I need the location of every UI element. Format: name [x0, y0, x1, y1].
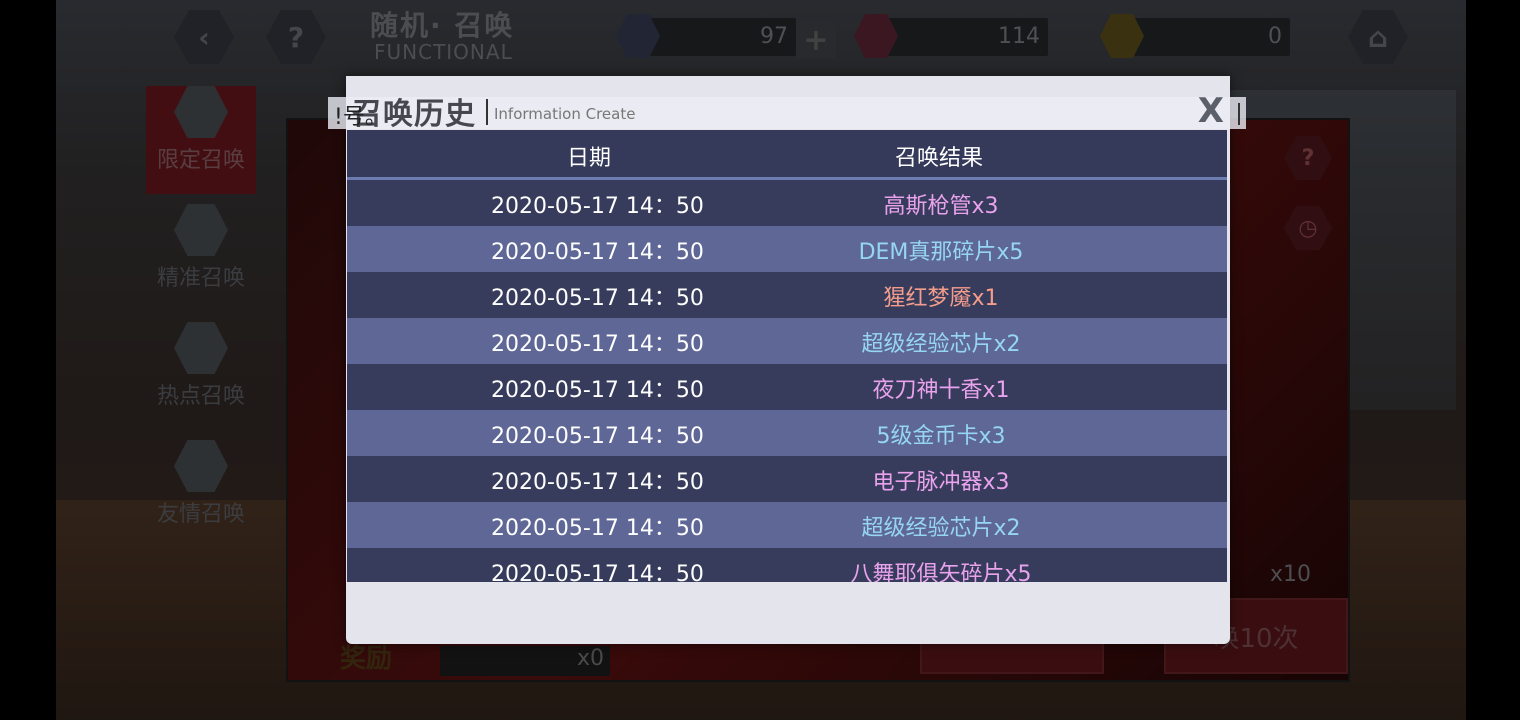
table-row: 2020-05-17 14：50 猩红梦魇x1 — [347, 272, 1227, 318]
cell-result: 高斯枪管x3 — [883, 194, 999, 219]
cell-result: 超级经验芯片x2 — [861, 332, 1021, 357]
cell-result: 电子脉冲器x3 — [872, 470, 1010, 495]
column-header-result: 召唤结果 — [895, 146, 984, 171]
table-row: 2020-05-17 14：50 八舞耶俱矢碎片x5 — [347, 548, 1227, 582]
text-caret-end — [1238, 103, 1240, 125]
cell-result: 超级经验芯片x2 — [861, 516, 1021, 541]
history-table[interactable]: 日期 召唤结果 2020-05-17 14：50 高斯枪管x3 2020-05-17… — [347, 130, 1227, 582]
table-row: 2020-05-17 14：50 电子脉冲器x3 — [347, 456, 1227, 502]
cell-date: 2020-05-17 14：50 — [491, 332, 704, 357]
cell-date: 2020-05-17 14：50 — [491, 470, 704, 495]
input-placeholder: Information Create — [494, 105, 636, 123]
cell-date: 2020-05-17 14：50 — [491, 562, 704, 582]
cell-date: 2020-05-17 14：50 — [491, 240, 704, 265]
table-row: 2020-05-17 14：50 DEM真那碎片x5 — [347, 226, 1227, 272]
input-text: !号。 — [334, 105, 387, 130]
summon-history-dialog: 日期 召唤结果 2020-05-17 14：50 高斯枪管x3 2020-05-17… — [346, 76, 1230, 644]
table-body: 2020-05-17 14：50 高斯枪管x3 2020-05-17 14：50 DE… — [347, 180, 1227, 582]
close-button[interactable]: X — [1198, 91, 1224, 131]
cell-result: 夜刀神十香x1 — [872, 378, 1010, 403]
column-header-date: 日期 — [567, 146, 612, 171]
cell-date: 2020-05-17 14：50 — [491, 516, 704, 541]
cell-result: 八舞耶俱矢碎片x5 — [850, 562, 1032, 582]
text-input-bar[interactable]: 召唤历史 !号。 Information Create X — [328, 91, 1246, 132]
table-row: 2020-05-17 14：50 超级经验芯片x2 — [347, 318, 1227, 364]
cell-result: DEM真那碎片x5 — [858, 240, 1024, 265]
table-row: 2020-05-17 14：50 高斯枪管x3 — [347, 180, 1227, 226]
cell-date: 2020-05-17 14：50 — [491, 424, 704, 449]
text-caret — [486, 99, 488, 125]
cell-date: 2020-05-17 14：50 — [491, 378, 704, 403]
table-row: 2020-05-17 14：50 夜刀神十香x1 — [347, 364, 1227, 410]
cell-date: 2020-05-17 14：50 — [491, 286, 704, 311]
table-header: 日期 召唤结果 — [347, 130, 1227, 180]
cell-date: 2020-05-17 14：50 — [491, 194, 704, 219]
cell-result: 猩红梦魇x1 — [883, 286, 999, 311]
table-row: 2020-05-17 14：50 5级金币卡x3 — [347, 410, 1227, 456]
cell-result: 5级金币卡x3 — [876, 424, 1006, 449]
table-row: 2020-05-17 14：50 超级经验芯片x2 — [347, 502, 1227, 548]
